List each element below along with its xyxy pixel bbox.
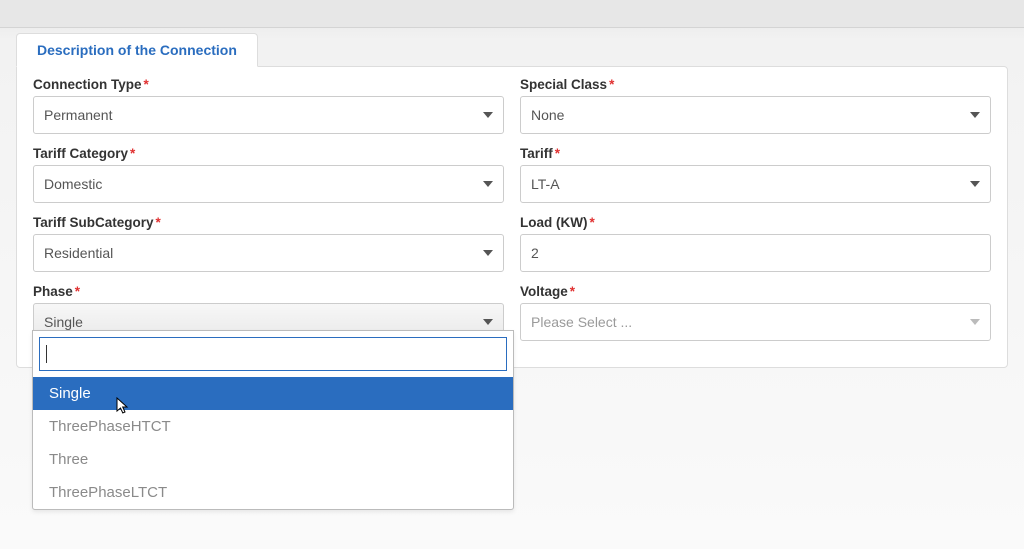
phase-option-single[interactable]: Single <box>33 377 513 410</box>
tariff-category-field: Tariff Category* Domestic <box>33 146 504 203</box>
tariff-category-value: Domestic <box>44 176 102 192</box>
tariff-label: Tariff* <box>520 146 991 161</box>
voltage-select[interactable]: Please Select ... <box>520 303 991 341</box>
connection-type-select[interactable]: Permanent <box>33 96 504 134</box>
connection-type-field: Connection Type* Permanent <box>33 77 504 134</box>
required-mark: * <box>75 284 80 299</box>
tariff-subcategory-field: Tariff SubCategory* Residential <box>33 215 504 272</box>
top-banner-strip <box>0 0 1024 28</box>
tariff-category-select[interactable]: Domestic <box>33 165 504 203</box>
voltage-field: Voltage* Please Select ... <box>520 284 991 341</box>
phase-label: Phase* <box>33 284 504 299</box>
section-title: Description of the Connection <box>37 42 237 58</box>
phase-option-threephasehtct[interactable]: ThreePhaseHTCT <box>33 410 513 443</box>
phase-value: Single <box>44 314 83 330</box>
chevron-down-icon <box>483 181 493 187</box>
phase-dropdown-search[interactable] <box>39 337 507 371</box>
phase-dropdown-panel: Single ThreePhaseHTCT Three ThreePhaseLT… <box>32 330 514 510</box>
tariff-subcategory-value: Residential <box>44 245 113 261</box>
section-body: Connection Type* Permanent Tariff Catego… <box>16 66 1008 368</box>
connection-type-label: Connection Type* <box>33 77 504 92</box>
load-field: Load (KW)* 2 <box>520 215 991 272</box>
right-column: Special Class* None Tariff* LT-A Loa <box>520 77 991 347</box>
special-class-label: Special Class* <box>520 77 991 92</box>
tariff-subcategory-label: Tariff SubCategory* <box>33 215 504 230</box>
connection-type-value: Permanent <box>44 107 112 123</box>
chevron-down-icon <box>483 112 493 118</box>
chevron-down-icon <box>483 319 493 325</box>
chevron-down-icon <box>483 250 493 256</box>
tariff-value: LT-A <box>531 176 560 192</box>
section-tab-description: Description of the Connection <box>16 33 258 67</box>
required-mark: * <box>555 146 560 161</box>
required-mark: * <box>609 77 614 92</box>
chevron-down-icon <box>970 181 980 187</box>
left-column: Connection Type* Permanent Tariff Catego… <box>33 77 504 347</box>
required-mark: * <box>570 284 575 299</box>
required-mark: * <box>156 215 161 230</box>
voltage-label: Voltage* <box>520 284 991 299</box>
tariff-category-label: Tariff Category* <box>33 146 504 161</box>
phase-option-three[interactable]: Three <box>33 443 513 476</box>
phase-option-threephaseltct[interactable]: ThreePhaseLTCT <box>33 476 513 509</box>
tariff-field: Tariff* LT-A <box>520 146 991 203</box>
tariff-subcategory-select[interactable]: Residential <box>33 234 504 272</box>
special-class-value: None <box>531 107 564 123</box>
required-mark: * <box>144 77 149 92</box>
voltage-placeholder: Please Select ... <box>531 314 632 330</box>
text-cursor-icon <box>46 345 47 363</box>
load-value: 2 <box>531 245 539 261</box>
required-mark: * <box>589 215 594 230</box>
chevron-down-icon <box>970 112 980 118</box>
load-input[interactable]: 2 <box>520 234 991 272</box>
chevron-down-icon <box>970 319 980 325</box>
special-class-select[interactable]: None <box>520 96 991 134</box>
required-mark: * <box>130 146 135 161</box>
load-label: Load (KW)* <box>520 215 991 230</box>
special-class-field: Special Class* None <box>520 77 991 134</box>
tariff-select[interactable]: LT-A <box>520 165 991 203</box>
